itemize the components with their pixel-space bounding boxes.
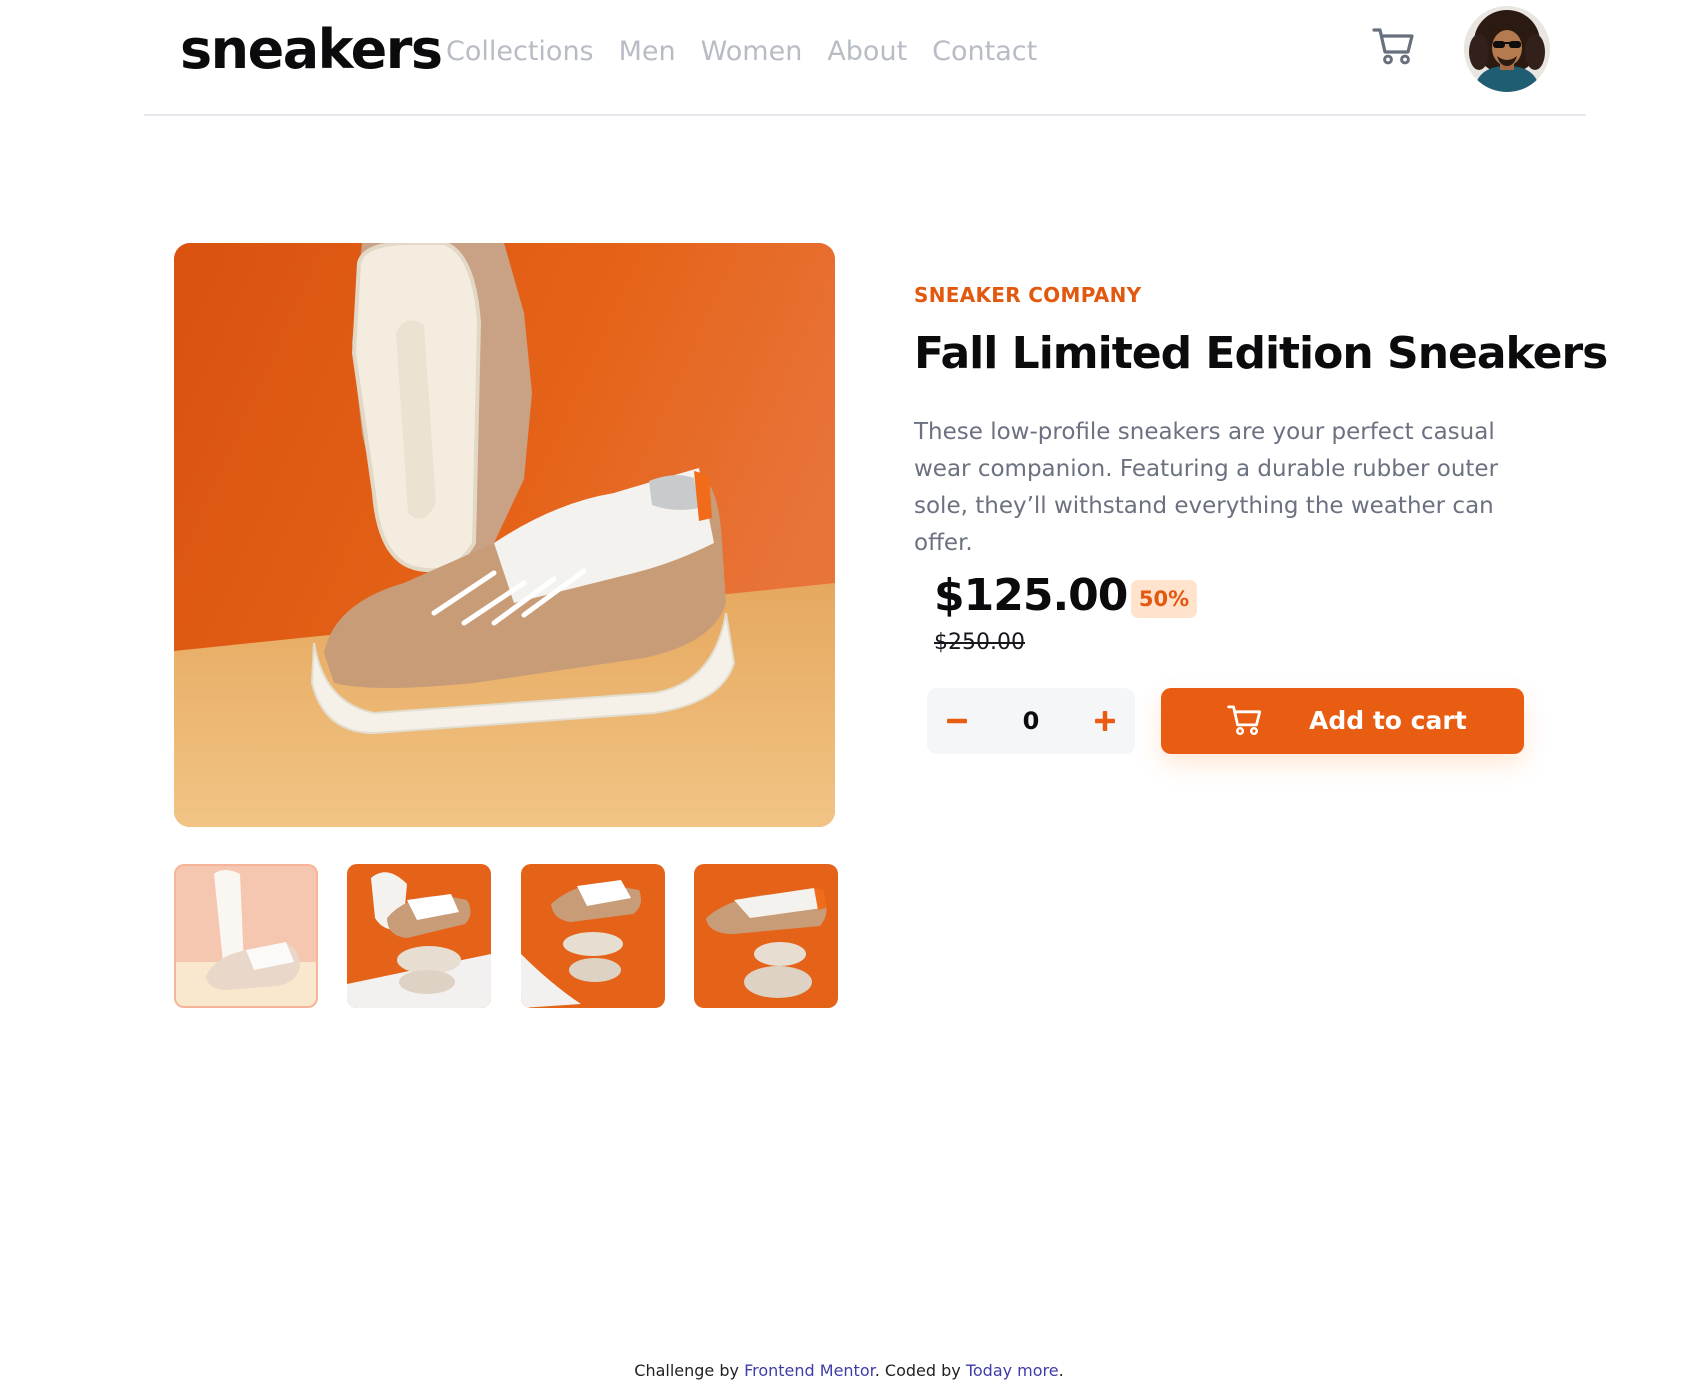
nav-about[interactable]: About [827,36,907,67]
plus-icon [1095,711,1115,731]
footer-suffix: . [1058,1361,1064,1380]
company-name: SNEAKER COMPANY [914,283,1142,307]
nav-women[interactable]: Women [701,36,803,67]
product-title: Fall Limited Edition Sneakers [914,328,1608,379]
nav-men[interactable]: Men [619,36,676,67]
thumbnail-4[interactable] [694,864,838,1008]
product-description: These low-profile sneakers are your perf… [914,419,1499,556]
discount-badge: 50% [1131,580,1197,618]
nav-contact[interactable]: Contact [932,36,1037,67]
footer-prefix: Challenge by [634,1361,745,1380]
main-nav: Collections Men Women About Contact [446,36,1037,67]
add-to-cart-label: Add to cart [1309,706,1467,735]
logo[interactable]: sneakers [180,18,443,81]
footer-middle: . Coded by [874,1361,966,1380]
increase-quantity-button[interactable] [1075,688,1135,754]
minus-icon [947,718,967,724]
current-price: $125.00 [934,570,1128,621]
thumbnail-1-overlay [176,866,316,1006]
frontend-mentor-link[interactable]: Frontend Mentor [744,1361,875,1380]
footer-attribution: Challenge by Frontend Mentor. Coded by T… [0,1361,1698,1380]
site-header: sneakers Collections Men Women About Con… [144,0,1586,116]
quantity-value[interactable]: 0 [987,688,1075,754]
thumbnail-1[interactable] [174,864,318,1008]
product-page: sneakers Collections Men Women About Con… [0,0,1698,1398]
main-product-image[interactable] [174,243,835,827]
thumbnail-2[interactable] [347,864,491,1008]
quantity-stepper: 0 [927,688,1135,754]
original-price: $250.00 [934,630,1025,655]
thumbnail-3[interactable] [521,864,665,1008]
nav-collections[interactable]: Collections [446,36,594,67]
avatar[interactable] [1464,6,1550,92]
add-to-cart-button[interactable]: Add to cart [1161,688,1524,754]
cart-icon[interactable] [1372,26,1416,66]
cart-icon [1227,705,1262,736]
author-link[interactable]: Today more [966,1361,1059,1380]
decrease-quantity-button[interactable] [927,688,987,754]
